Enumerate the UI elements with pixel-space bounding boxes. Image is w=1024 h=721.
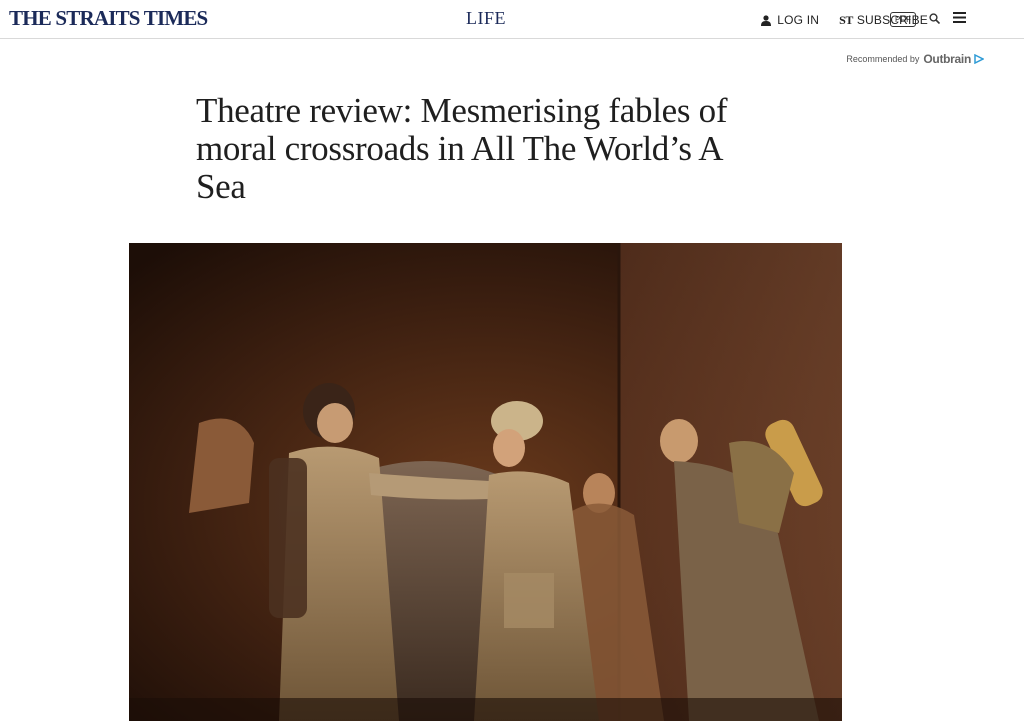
recommended-by-label: Recommended by bbox=[846, 54, 920, 64]
outbrain-recommendation[interactable]: Recommended by Outbrain bbox=[846, 52, 984, 66]
st-mark-icon: ST bbox=[839, 12, 853, 27]
article-hero-image[interactable] bbox=[129, 243, 842, 721]
article-headline: Theatre review: Mesmerising fables of mo… bbox=[196, 91, 728, 206]
login-label: LOG IN bbox=[777, 13, 820, 27]
search-icon[interactable] bbox=[929, 13, 940, 24]
user-icon bbox=[761, 14, 772, 26]
pdf-button[interactable]: PDF bbox=[890, 12, 916, 27]
menu-icon[interactable] bbox=[953, 12, 966, 23]
outbrain-logo: Outbrain bbox=[923, 52, 971, 66]
site-logo[interactable]: THE STRAITS TIMES bbox=[9, 6, 208, 31]
section-link-life[interactable]: LIFE bbox=[466, 8, 506, 29]
outbrain-arrow-icon bbox=[974, 54, 984, 64]
login-link[interactable]: LOG IN bbox=[761, 13, 819, 27]
top-navigation-bar: THE STRAITS TIMES LIFE LOG IN ST SUBSCRI… bbox=[0, 0, 1024, 39]
stage-scene-illustration bbox=[129, 243, 842, 721]
